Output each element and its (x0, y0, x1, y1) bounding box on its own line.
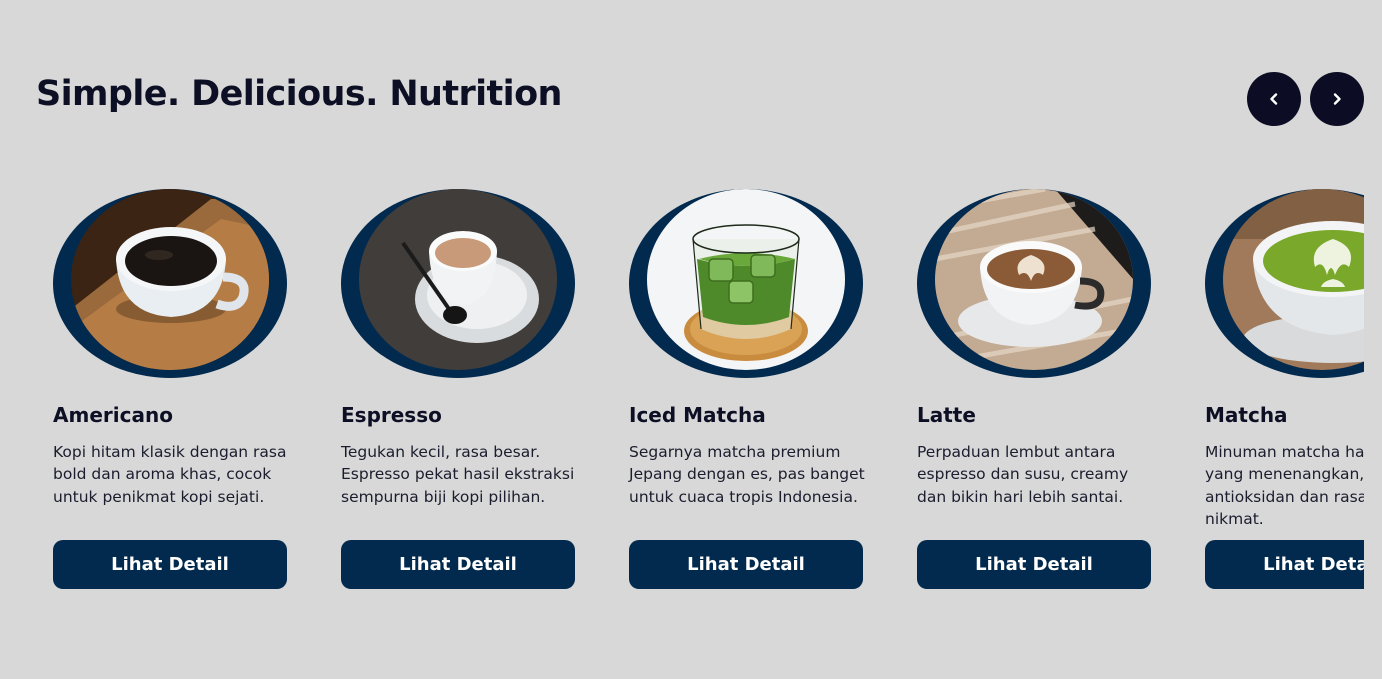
product-name: Matcha (1205, 403, 1288, 427)
product-photo-americano (71, 189, 269, 370)
product-description: Segarnya matcha premium Jepang dengan es… (629, 443, 865, 506)
product-description: Kopi hitam klasik dengan rasa bold dan a… (53, 443, 287, 506)
product-description: Tegukan kecil, rasa besar. Espresso peka… (341, 443, 575, 506)
product-card-espresso: Espresso Tegukan kecil, rasa besar. Espr… (341, 180, 575, 589)
carousel-track[interactable]: Americano Kopi hitam klasik dengan rasa … (0, 180, 1364, 620)
product-card-iced-matcha: Iced Matcha Segarnya matcha premium Jepa… (629, 180, 865, 589)
view-detail-button[interactable]: Lihat Detail (53, 540, 287, 589)
product-description: Perpaduan lembut antara espresso dan sus… (917, 443, 1129, 506)
product-description: Minuman matcha hangat yang menenangkan, … (1205, 443, 1364, 528)
chevron-left-icon (1270, 93, 1278, 105)
product-image-frame (53, 180, 287, 378)
product-name: Latte (917, 403, 976, 427)
product-name: Espresso (341, 403, 442, 427)
product-image-frame (629, 180, 863, 378)
chevron-right-icon (1333, 93, 1341, 105)
product-photo-iced-matcha (647, 189, 845, 370)
product-name: Americano (53, 403, 173, 427)
product-image-frame (917, 180, 1151, 378)
product-card-matcha: Matcha Minuman matcha hangat yang menena… (1205, 180, 1364, 589)
carousel-next-button[interactable] (1310, 72, 1364, 126)
view-detail-button[interactable]: Lihat Detail (917, 540, 1151, 589)
product-image-frame (341, 180, 575, 378)
view-detail-button[interactable]: Lihat Detail (341, 540, 575, 589)
product-card-latte: Latte Perpaduan lembut antara espresso d… (917, 180, 1151, 589)
product-carousel-section: Simple. Delicious. Nutrition Americano K… (0, 0, 1382, 679)
view-detail-button[interactable]: Lihat Detail (629, 540, 863, 589)
product-name: Iced Matcha (629, 403, 766, 427)
product-photo-espresso (359, 189, 557, 370)
section-title: Simple. Delicious. Nutrition (36, 74, 562, 114)
carousel-prev-button[interactable] (1247, 72, 1301, 126)
view-detail-button[interactable]: Lihat Detail (1205, 540, 1364, 589)
product-photo-latte (935, 189, 1133, 370)
product-card-americano: Americano Kopi hitam klasik dengan rasa … (53, 180, 287, 589)
product-image-frame (1205, 180, 1364, 378)
